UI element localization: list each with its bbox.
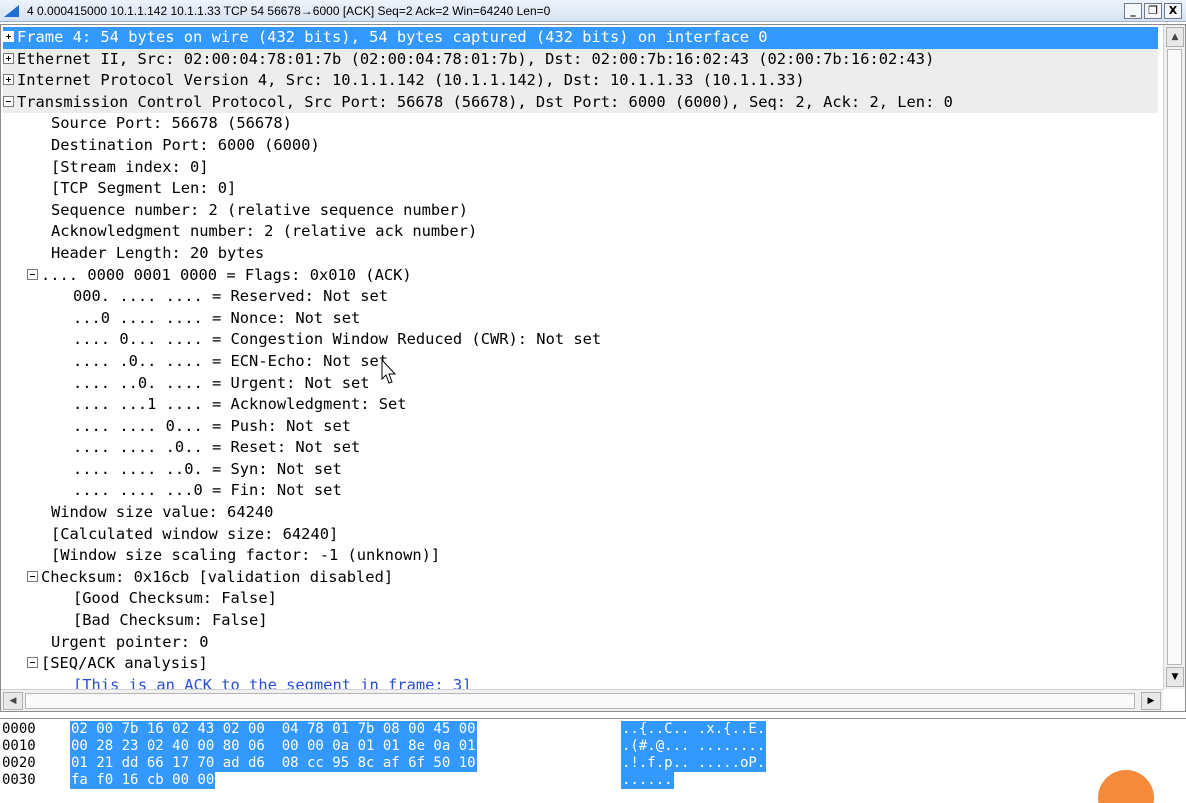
- horizontal-scroll-thumb[interactable]: [25, 693, 1135, 709]
- tree-row[interactable]: .... ...1 .... = Acknowledgment: Set: [3, 394, 1158, 416]
- tree-row-label: .... ..0. .... = Urgent: Not set: [73, 373, 370, 392]
- tree-row[interactable]: [Window size scaling factor: -1 (unknown…: [3, 545, 1158, 567]
- tree-row[interactable]: .... .... .0.. = Reset: Not set: [3, 437, 1158, 459]
- tree-row[interactable]: .... 0... .... = Congestion Window Reduc…: [3, 329, 1158, 351]
- tree-row-label: .... .... 0... = Push: Not set: [73, 416, 351, 435]
- tree-row-label: [TCP Segment Len: 0]: [51, 179, 237, 198]
- hex-ascii: .(#.@... ........: [621, 738, 767, 755]
- tree-row-label: .... 0... .... = Congestion Window Reduc…: [73, 330, 602, 349]
- tree-row[interactable]: .... 0000 0001 0000 = Flags: 0x010 (ACK): [3, 265, 1158, 287]
- tree-row[interactable]: Ethernet II, Src: 02:00:04:78:01:7b (02:…: [3, 48, 1158, 71]
- close-button[interactable]: X: [1164, 2, 1182, 19]
- tree-row[interactable]: Checksum: 0x16cb [validation disabled]: [3, 567, 1158, 589]
- tree-row-label: Internet Protocol Version 4, Src: 10.1.1…: [17, 71, 805, 90]
- packet-details-tree: Frame 4: 54 bytes on wire (432 bits), 54…: [3, 27, 1158, 691]
- minimize-button[interactable]: _: [1124, 2, 1142, 19]
- tree-row-label: Checksum: 0x16cb [validation disabled]: [41, 567, 394, 586]
- scroll-right-arrow-icon[interactable]: ▶: [1141, 692, 1161, 710]
- scroll-up-arrow-icon[interactable]: ▲: [1166, 27, 1184, 47]
- tree-row-label: [Window size scaling factor: -1 (unknown…: [51, 546, 441, 565]
- tree-row[interactable]: .... .0.. .... = ECN-Echo: Not set: [3, 351, 1158, 373]
- tree-row[interactable]: [TCP Segment Len: 0]: [3, 178, 1158, 200]
- tree-row[interactable]: Frame 4: 54 bytes on wire (432 bits), 54…: [3, 27, 1158, 49]
- tree-row-label: Source Port: 56678 (56678): [51, 114, 292, 133]
- tree-row-label: [SEQ/ACK analysis]: [41, 654, 208, 673]
- tree-row-label: .... ...1 .... = Acknowledgment: Set: [73, 395, 407, 414]
- shark-fin-icon: [4, 4, 19, 17]
- tree-row[interactable]: .... .... ...0 = Fin: Not set: [3, 480, 1158, 502]
- window-titlebar: 4 0.000415000 10.1.1.142 10.1.1.33 TCP 5…: [0, 0, 1186, 22]
- collapse-minus-icon[interactable]: [3, 95, 14, 107]
- vertical-scroll-thumb[interactable]: [1167, 49, 1182, 665]
- tree-row-label: Frame 4: 54 bytes on wire (432 bits), 54…: [17, 28, 768, 46]
- tree-row-label: [Good Checksum: False]: [73, 589, 277, 608]
- tree-row[interactable]: 000. .... .... = Reserved: Not set: [3, 286, 1158, 308]
- expand-plus-icon[interactable]: [3, 74, 14, 86]
- tree-row-label: .... .0.. .... = ECN-Echo: Not set: [73, 351, 389, 370]
- hex-offset: 0020: [2, 755, 36, 771]
- tree-row-label: Urgent pointer: 0: [51, 632, 209, 651]
- vertical-scrollbar[interactable]: ▲ ▼: [1163, 25, 1185, 689]
- tree-row-label: Transmission Control Protocol, Src Port:…: [17, 92, 953, 111]
- tree-row-label: .... .... .0.. = Reset: Not set: [73, 438, 361, 457]
- collapse-minus-icon[interactable]: [27, 268, 38, 280]
- tree-row-label: Header Length: 20 bytes: [51, 243, 265, 262]
- expand-plus-icon[interactable]: [3, 52, 14, 64]
- tree-row[interactable]: .... .... 0... = Push: Not set: [3, 416, 1158, 438]
- tree-row[interactable]: Internet Protocol Version 4, Src: 10.1.1…: [3, 70, 1158, 92]
- hex-bytes: 01 21 dd 66 17 70 ad d6 08 cc 95 8c af 6…: [70, 755, 477, 772]
- hex-bytes: fa f0 16 cb 00 00: [70, 772, 216, 789]
- tree-row-label: ...0 .... .... = Nonce: Not set: [73, 308, 361, 327]
- tree-row[interactable]: Source Port: 56678 (56678): [3, 113, 1158, 135]
- tree-row-label: .... .... ..0. = Syn: Not set: [73, 459, 342, 478]
- collapse-minus-icon[interactable]: [27, 570, 38, 582]
- tree-row[interactable]: Transmission Control Protocol, Src Port:…: [3, 91, 1158, 114]
- tree-row[interactable]: [Bad Checksum: False]: [3, 610, 1158, 632]
- tree-row-label: .... .... ...0 = Fin: Not set: [73, 481, 342, 500]
- tree-row[interactable]: .... .... ..0. = Syn: Not set: [3, 459, 1158, 481]
- mouse-cursor-icon: [381, 359, 397, 384]
- tree-row[interactable]: Window size value: 64240: [3, 502, 1158, 524]
- tree-row[interactable]: ...0 .... .... = Nonce: Not set: [3, 308, 1158, 330]
- hex-offset: 0030: [2, 772, 36, 788]
- tree-row-label: [Stream index: 0]: [51, 157, 209, 176]
- hex-ascii: ..{..C.. .x.{..E.: [621, 721, 767, 738]
- tree-row-label: Sequence number: 2 (relative sequence nu…: [51, 200, 468, 219]
- hex-bytes: 00 28 23 02 40 00 80 06 00 00 0a 01 01 8…: [70, 738, 477, 755]
- window-title: 4 0.000415000 10.1.1.142 10.1.1.33 TCP 5…: [27, 3, 551, 18]
- tree-row-label: Ethernet II, Src: 02:00:04:78:01:7b (02:…: [17, 49, 935, 68]
- collapse-minus-icon[interactable]: [27, 657, 38, 669]
- hex-ascii: ......: [621, 772, 674, 789]
- scroll-left-arrow-icon[interactable]: ◀: [3, 692, 23, 710]
- tree-row[interactable]: Header Length: 20 bytes: [3, 243, 1158, 265]
- tree-row[interactable]: [Good Checksum: False]: [3, 588, 1158, 610]
- tree-row[interactable]: [SEQ/ACK analysis]: [3, 653, 1158, 675]
- tree-row[interactable]: [Calculated window size: 64240]: [3, 524, 1158, 546]
- tree-row-label: Window size value: 64240: [51, 503, 274, 522]
- tree-row[interactable]: Destination Port: 6000 (6000): [3, 135, 1158, 157]
- tree-row-label: [Calculated window size: 64240]: [51, 524, 339, 543]
- tree-row[interactable]: Acknowledgment number: 2 (relative ack n…: [3, 221, 1158, 243]
- tree-row-label: .... 0000 0001 0000 = Flags: 0x010 (ACK): [41, 265, 412, 284]
- hex-ascii: .!.f.p.. .....oP.: [621, 755, 767, 772]
- expand-plus-icon[interactable]: [3, 31, 14, 42]
- hex-offset: 0010: [2, 738, 36, 754]
- horizontal-scrollbar[interactable]: ◀ ▶: [1, 689, 1163, 711]
- tree-row-label: [Bad Checksum: False]: [73, 611, 268, 630]
- tree-row[interactable]: Sequence number: 2 (relative sequence nu…: [3, 200, 1158, 222]
- packet-details-pane[interactable]: Frame 4: 54 bytes on wire (432 bits), 54…: [0, 24, 1186, 712]
- scroll-down-arrow-icon[interactable]: ▼: [1166, 667, 1184, 687]
- tree-row-label: Acknowledgment number: 2 (relative ack n…: [51, 222, 478, 241]
- tree-row-label: Destination Port: 6000 (6000): [51, 135, 320, 154]
- tree-row[interactable]: .... ..0. .... = Urgent: Not set: [3, 373, 1158, 395]
- hex-bytes: 02 00 7b 16 02 43 02 00 04 78 01 7b 08 0…: [70, 721, 477, 738]
- packet-bytes-pane[interactable]: 0000 02 00 7b 16 02 43 02 00 04 78 01 7b …: [0, 718, 1186, 803]
- restore-button[interactable]: ❐: [1144, 2, 1162, 19]
- tree-row[interactable]: [Stream index: 0]: [3, 157, 1158, 179]
- hex-offset: 0000: [2, 721, 36, 737]
- tree-row[interactable]: Urgent pointer: 0: [3, 632, 1158, 654]
- tree-row-label: 000. .... .... = Reserved: Not set: [73, 287, 389, 306]
